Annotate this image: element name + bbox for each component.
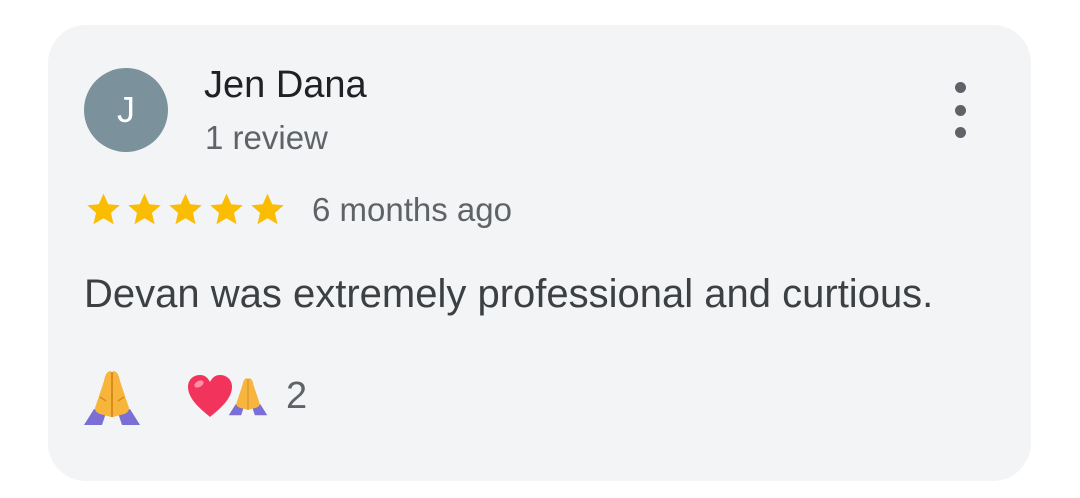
reactions-summary[interactable]: 2 bbox=[186, 370, 307, 422]
folded-hands-icon bbox=[228, 378, 268, 416]
review-text: Devan was extremely professional and cur… bbox=[84, 272, 934, 316]
star-icon bbox=[210, 193, 243, 225]
folded-hands-icon bbox=[84, 371, 140, 425]
star-icon bbox=[128, 193, 161, 225]
star-icon bbox=[169, 193, 202, 225]
react-button[interactable] bbox=[80, 366, 148, 428]
reviewer-name[interactable]: Jen Dana bbox=[204, 62, 367, 108]
reviewer-review-count: 1 review bbox=[205, 119, 328, 156]
avatar-initial: J bbox=[117, 89, 135, 130]
more-vertical-icon-dot bbox=[954, 104, 966, 116]
review-time: 6 months ago bbox=[312, 191, 512, 228]
star-rating bbox=[84, 190, 287, 229]
reaction-count: 2 bbox=[286, 375, 308, 417]
star-icon bbox=[87, 193, 120, 225]
avatar[interactable]: J bbox=[84, 68, 168, 152]
more-options-button[interactable] bbox=[940, 82, 980, 138]
more-vertical-icon-dot bbox=[954, 127, 966, 138]
star-icon bbox=[251, 193, 284, 225]
more-vertical-icon bbox=[954, 82, 966, 93]
